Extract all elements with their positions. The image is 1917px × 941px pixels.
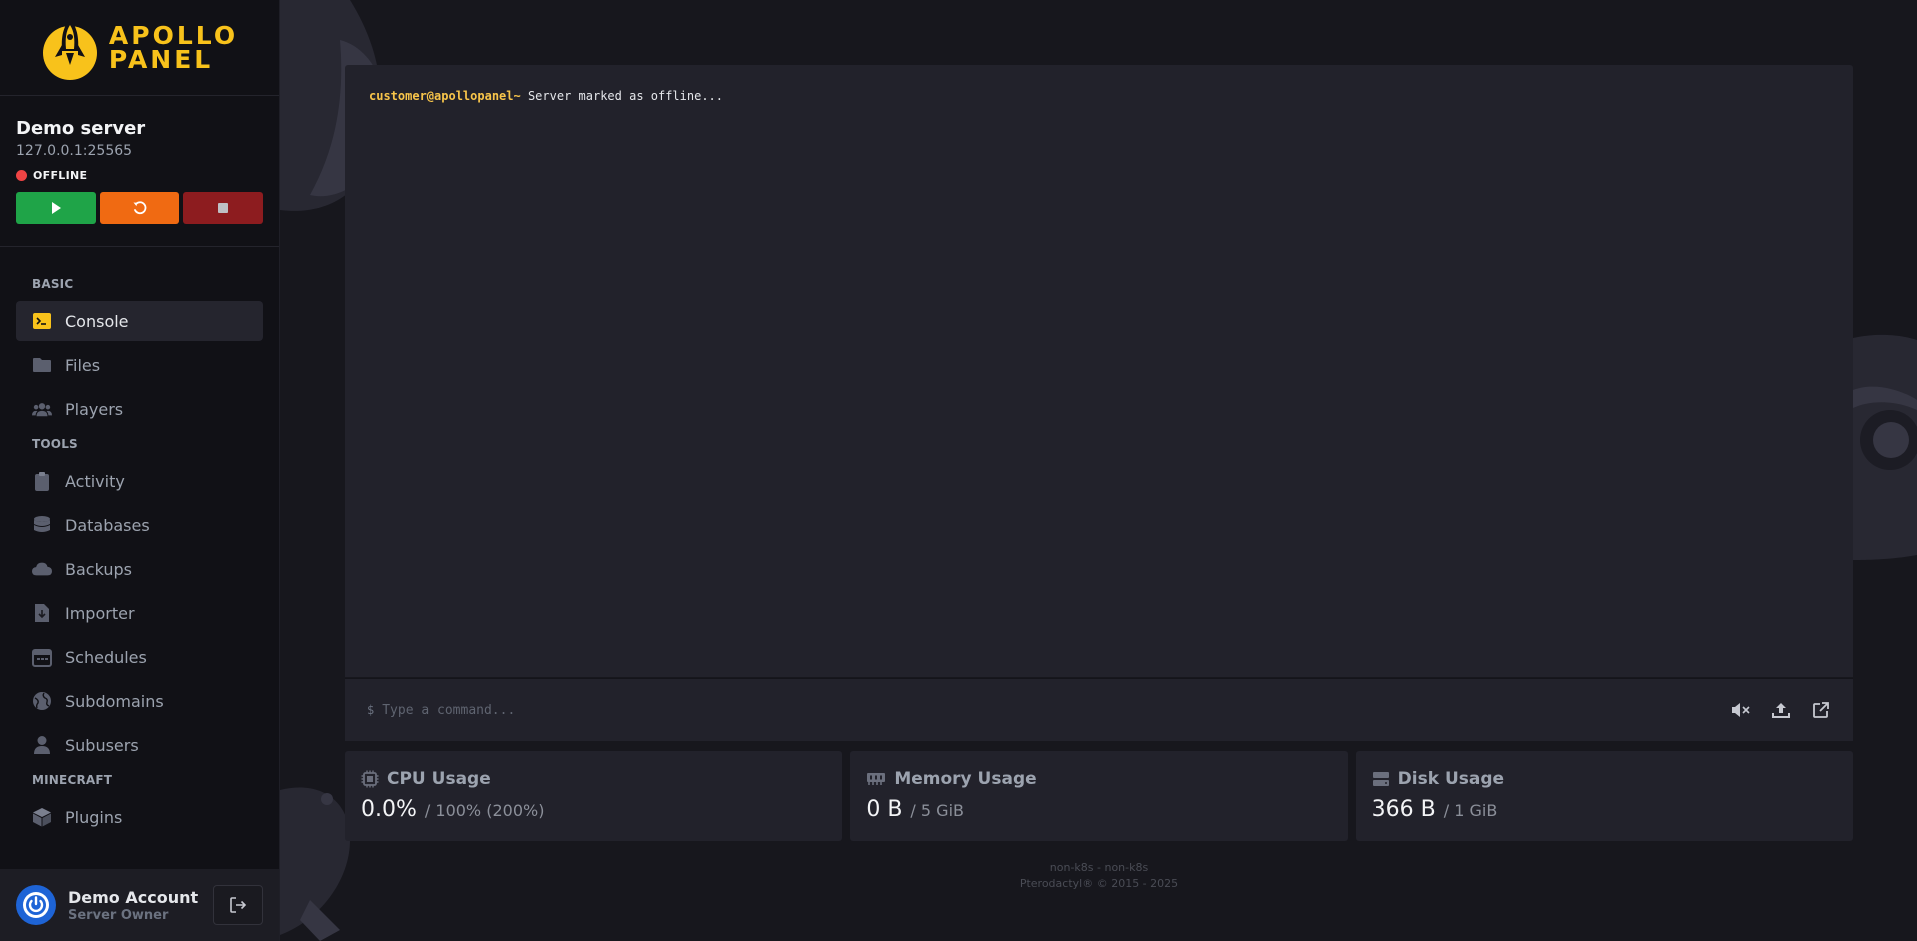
cpu-chip-icon [361, 770, 379, 788]
sidebar-item-subusers[interactable]: Subusers [16, 725, 263, 765]
file-import-icon [32, 603, 52, 623]
status-dot-icon [16, 170, 27, 181]
sidebar-nav: BASIC Console Files Players TOOLS Activi… [0, 247, 279, 837]
brand-line-2: PANEL [108, 44, 214, 74]
stop-button[interactable] [183, 192, 264, 224]
sidebar-item-schedules[interactable]: Schedules [16, 637, 263, 677]
resource-stats: CPU Usage 0.0% / 100% (200%) Memory Usag… [345, 751, 1853, 841]
account-name: Demo Account [68, 887, 199, 907]
server-address: 127.0.0.1:25565 [16, 143, 133, 159]
folder-icon [32, 355, 52, 375]
disk-usage-title: Disk Usage [1397, 769, 1505, 789]
disk-usage-value: 366 B [1371, 797, 1436, 822]
sidebar-item-label: Backups [65, 559, 132, 579]
power-controls [16, 192, 264, 224]
cloud-icon [32, 559, 52, 579]
sidebar-item-files[interactable]: Files [16, 345, 263, 385]
users-icon [32, 399, 52, 419]
sidebar-item-label: Subdomains [65, 691, 164, 711]
sidebar-item-console[interactable]: Console [16, 301, 263, 341]
footer: non-k8s - non-k8s Pterodactyl® © 2015 - … [345, 860, 1853, 892]
sidebar-item-label: Databases [65, 515, 150, 535]
disk-usage-card: Disk Usage 366 B / 1 GiB [1355, 751, 1853, 841]
sidebar-item-databases[interactable]: Databases [16, 505, 263, 545]
command-prefix: $ [367, 703, 375, 717]
start-button[interactable] [16, 192, 96, 224]
sidebar-item-label: Players [65, 399, 124, 419]
memory-usage-limit: / 5 GiB [910, 801, 964, 820]
nav-section-basic: BASIC [32, 277, 74, 291]
sidebar-item-label: Activity [65, 471, 125, 491]
cpu-usage-title: CPU Usage [387, 769, 491, 789]
disk-usage-limit: / 1 GiB [1443, 801, 1498, 820]
user-icon [32, 735, 52, 755]
sidebar-item-backups[interactable]: Backups [16, 549, 263, 589]
sidebar-item-label: Importer [65, 603, 135, 623]
server-name: Demo server [16, 118, 146, 139]
calendar-icon [32, 647, 52, 667]
memory-usage-value: 0 B [866, 797, 903, 822]
mute-icon[interactable] [1731, 700, 1751, 720]
sidebar-item-label: Subusers [65, 735, 139, 755]
play-icon [51, 202, 61, 214]
cube-icon [32, 807, 52, 827]
brand-logo[interactable]: APOLLO PANEL [0, 0, 279, 96]
power-logo-icon [23, 892, 49, 918]
sidebar: APOLLO PANEL Demo server 127.0.0.1:25565… [0, 0, 280, 941]
clipboard-icon [32, 471, 52, 491]
database-icon [32, 515, 52, 535]
nav-section-tools: TOOLS [32, 437, 78, 451]
sidebar-item-activity[interactable]: Activity [16, 461, 263, 501]
status-label: OFFLINE [33, 169, 88, 182]
sidebar-item-label: Plugins [65, 807, 123, 827]
sidebar-item-label: Schedules [65, 647, 147, 667]
terminal-icon [32, 311, 52, 331]
account-info: Demo Account Server Owner [68, 888, 201, 923]
restart-button[interactable] [99, 192, 180, 224]
sidebar-item-subdomains[interactable]: Subdomains [16, 681, 263, 721]
globe-icon [32, 691, 52, 711]
console-prompt-user: customer@apollopanel~ [369, 89, 521, 103]
sidebar-item-label: Console [65, 311, 129, 331]
logout-icon [230, 897, 247, 913]
nav-section-minecraft: MINECRAFT [32, 773, 113, 787]
restart-icon [133, 201, 146, 215]
memory-icon [867, 773, 886, 785]
console-actions [1731, 700, 1831, 720]
cpu-usage-limit: / 100% (200%) [424, 801, 545, 820]
cpu-usage-value: 0.0% [361, 797, 417, 822]
brand-wordmark: APOLLO PANEL [108, 20, 239, 74]
logout-button[interactable] [213, 885, 263, 925]
account-role: Server Owner [68, 907, 169, 923]
sidebar-item-players[interactable]: Players [16, 389, 263, 429]
command-bar: $ [345, 678, 1853, 741]
command-input[interactable] [382, 702, 1731, 718]
sidebar-item-plugins[interactable]: Plugins [16, 797, 263, 837]
stop-icon [218, 203, 229, 213]
console-log: customer@apollopanel~ Server marked as o… [345, 65, 1853, 127]
memory-usage-title: Memory Usage [894, 769, 1037, 789]
memory-usage-card: Memory Usage 0 B / 5 GiB [850, 751, 1348, 841]
avatar[interactable] [16, 885, 56, 925]
console-message: Server marked as offline... [520, 89, 724, 103]
external-link-icon[interactable] [1811, 700, 1831, 720]
sidebar-item-label: Files [65, 355, 101, 375]
brand-line-1: APOLLO [108, 20, 239, 50]
footer-copyright: Pterodactyl® © 2015 - 2025 [1019, 877, 1179, 890]
footer-cluster: non-k8s - non-k8s [1049, 861, 1149, 874]
upload-icon[interactable] [1771, 700, 1791, 720]
rocket-logo-icon [41, 17, 99, 80]
console-output-panel[interactable]: customer@apollopanel~ Server marked as o… [345, 65, 1853, 677]
account-panel: Demo Account Server Owner [0, 869, 279, 941]
sidebar-item-importer[interactable]: Importer [16, 593, 263, 633]
hard-drive-icon [1372, 772, 1389, 786]
server-status: OFFLINE [16, 169, 263, 182]
server-card: Demo server 127.0.0.1:25565 OFFLINE [0, 96, 279, 247]
cpu-usage-card: CPU Usage 0.0% / 100% (200%) [345, 751, 843, 841]
